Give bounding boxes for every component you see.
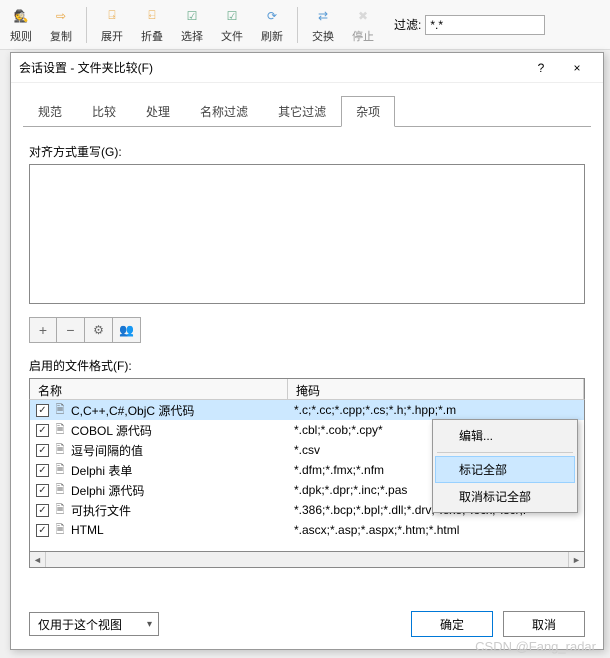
file-icon: 🗎	[53, 443, 67, 457]
row-name: 可执行文件	[71, 502, 131, 519]
toolbar-copy-button[interactable]: ⇨复制	[46, 4, 76, 46]
row-name: 逗号间隔的值	[71, 442, 143, 459]
toolbar-swap-button[interactable]: ⇄交换	[308, 4, 338, 46]
column-mask-header[interactable]: 掩码	[288, 379, 584, 399]
file-icon: 🗎	[53, 483, 67, 497]
row-name: COBOL 源代码	[71, 422, 152, 439]
dialog-tabs: 规范 比较 处理 名称过滤 其它过滤 杂项	[11, 83, 603, 126]
tab-misc[interactable]: 杂项	[341, 96, 395, 127]
filter-box: 过滤:	[394, 15, 545, 35]
file-icon: 🗎	[53, 503, 67, 517]
group-icon: 👥	[119, 323, 134, 337]
dialog-button-row: 仅用于这个视图 确定 取消	[29, 611, 585, 637]
scope-dropdown[interactable]: 仅用于这个视图	[29, 612, 159, 636]
tab-name-filter[interactable]: 名称过滤	[185, 96, 263, 127]
scroll-right-icon[interactable]: ►	[568, 552, 584, 567]
file-icon: 🗎	[53, 463, 67, 477]
list-header: 名称 掩码	[29, 378, 585, 400]
checkbox-icon[interactable]: ✓	[36, 444, 49, 457]
dialog-title: 会话设置 - 文件夹比较(F)	[19, 59, 523, 76]
ok-button[interactable]: 确定	[411, 611, 493, 637]
checkbox-icon[interactable]: ✓	[36, 504, 49, 517]
filter-input[interactable]	[425, 15, 545, 35]
expand-icon: ⍈	[102, 6, 122, 26]
checkbox-icon[interactable]: ✓	[36, 404, 49, 417]
context-menu: 编辑... 标记全部 取消标记全部	[432, 419, 578, 513]
checkbox-icon[interactable]: ✓	[36, 424, 49, 437]
file-icon: 🗎	[53, 403, 67, 417]
help-button[interactable]: ?	[523, 54, 559, 82]
tab-process[interactable]: 处理	[131, 96, 185, 127]
swap-icon: ⇄	[313, 6, 333, 26]
enabled-formats-label: 启用的文件格式(F):	[29, 357, 585, 374]
mini-button-group: + − ⚙ 👥	[29, 317, 585, 343]
toolbar-separator	[86, 7, 87, 43]
checkbox-icon[interactable]: ✓	[36, 484, 49, 497]
refresh-icon: ⟳	[262, 6, 282, 26]
horizontal-scrollbar[interactable]: ◄ ►	[29, 552, 585, 568]
toolbar-collapse-button[interactable]: ⍇折叠	[137, 4, 167, 46]
scope-dropdown-label: 仅用于这个视图	[38, 616, 122, 633]
select-icon: ☑	[182, 6, 202, 26]
row-name: Delphi 源代码	[71, 482, 144, 499]
group-button[interactable]: 👥	[113, 317, 141, 343]
checkbox-icon[interactable]: ✓	[36, 464, 49, 477]
tab-spec[interactable]: 规范	[23, 96, 77, 127]
column-name-header[interactable]: 名称	[30, 379, 288, 399]
main-toolbar: 🕵️规则 ⇨复制 ⍈展开 ⍇折叠 ☑选择 ☑文件 ⟳刷新 ⇄交换 ✖停止 过滤:	[0, 0, 610, 50]
context-menu-separator	[437, 452, 573, 453]
table-row[interactable]: ✓ 🗎 HTML *.ascx;*.asp;*.aspx;*.htm;*.html	[30, 520, 584, 540]
settings-button[interactable]: ⚙	[85, 317, 113, 343]
files-icon: ☑	[222, 6, 242, 26]
dialog-titlebar: 会话设置 - 文件夹比较(F) ? ×	[11, 53, 603, 83]
toolbar-stop-button: ✖停止	[348, 4, 378, 46]
toolbar-files-button[interactable]: ☑文件	[217, 4, 247, 46]
row-mask: *.c;*.cc;*.cpp;*.cs;*.h;*.hpp;*.m	[288, 403, 584, 417]
toolbar-select-button[interactable]: ☑选择	[177, 4, 207, 46]
context-menu-mark-all[interactable]: 标记全部	[435, 456, 575, 483]
context-menu-unmark-all[interactable]: 取消标记全部	[435, 483, 575, 510]
toolbar-expand-button[interactable]: ⍈展开	[97, 4, 127, 46]
toolbar-rules-button[interactable]: 🕵️规则	[6, 4, 36, 46]
stop-icon: ✖	[353, 6, 373, 26]
align-override-textarea[interactable]	[29, 164, 585, 304]
context-menu-edit[interactable]: 编辑...	[435, 422, 575, 449]
close-button[interactable]: ×	[559, 54, 595, 82]
remove-button[interactable]: −	[57, 317, 85, 343]
cancel-button[interactable]: 取消	[503, 611, 585, 637]
scroll-left-icon[interactable]: ◄	[30, 552, 46, 567]
gear-icon: ⚙	[93, 323, 104, 337]
collapse-icon: ⍇	[142, 6, 162, 26]
table-row[interactable]: ✓ 🗎 C,C++,C#,ObjC 源代码 *.c;*.cc;*.cpp;*.cs;*…	[30, 400, 584, 420]
checkbox-icon[interactable]: ✓	[36, 524, 49, 537]
file-icon: 🗎	[53, 423, 67, 437]
filter-label: 过滤:	[394, 16, 421, 33]
align-override-label: 对齐方式重写(G):	[29, 143, 585, 160]
toolbar-separator	[297, 7, 298, 43]
row-mask: *.ascx;*.asp;*.aspx;*.htm;*.html	[288, 523, 584, 537]
tab-compare[interactable]: 比较	[77, 96, 131, 127]
rules-icon: 🕵️	[11, 6, 31, 26]
add-button[interactable]: +	[29, 317, 57, 343]
tab-other-filter[interactable]: 其它过滤	[263, 96, 341, 127]
session-settings-dialog: 会话设置 - 文件夹比较(F) ? × 规范 比较 处理 名称过滤 其它过滤 杂…	[10, 52, 604, 650]
row-name: HTML	[71, 523, 104, 537]
copy-icon: ⇨	[51, 6, 71, 26]
row-name: Delphi 表单	[71, 462, 132, 479]
file-icon: 🗎	[53, 523, 67, 537]
toolbar-refresh-button[interactable]: ⟳刷新	[257, 4, 287, 46]
row-name: C,C++,C#,ObjC 源代码	[71, 402, 194, 419]
